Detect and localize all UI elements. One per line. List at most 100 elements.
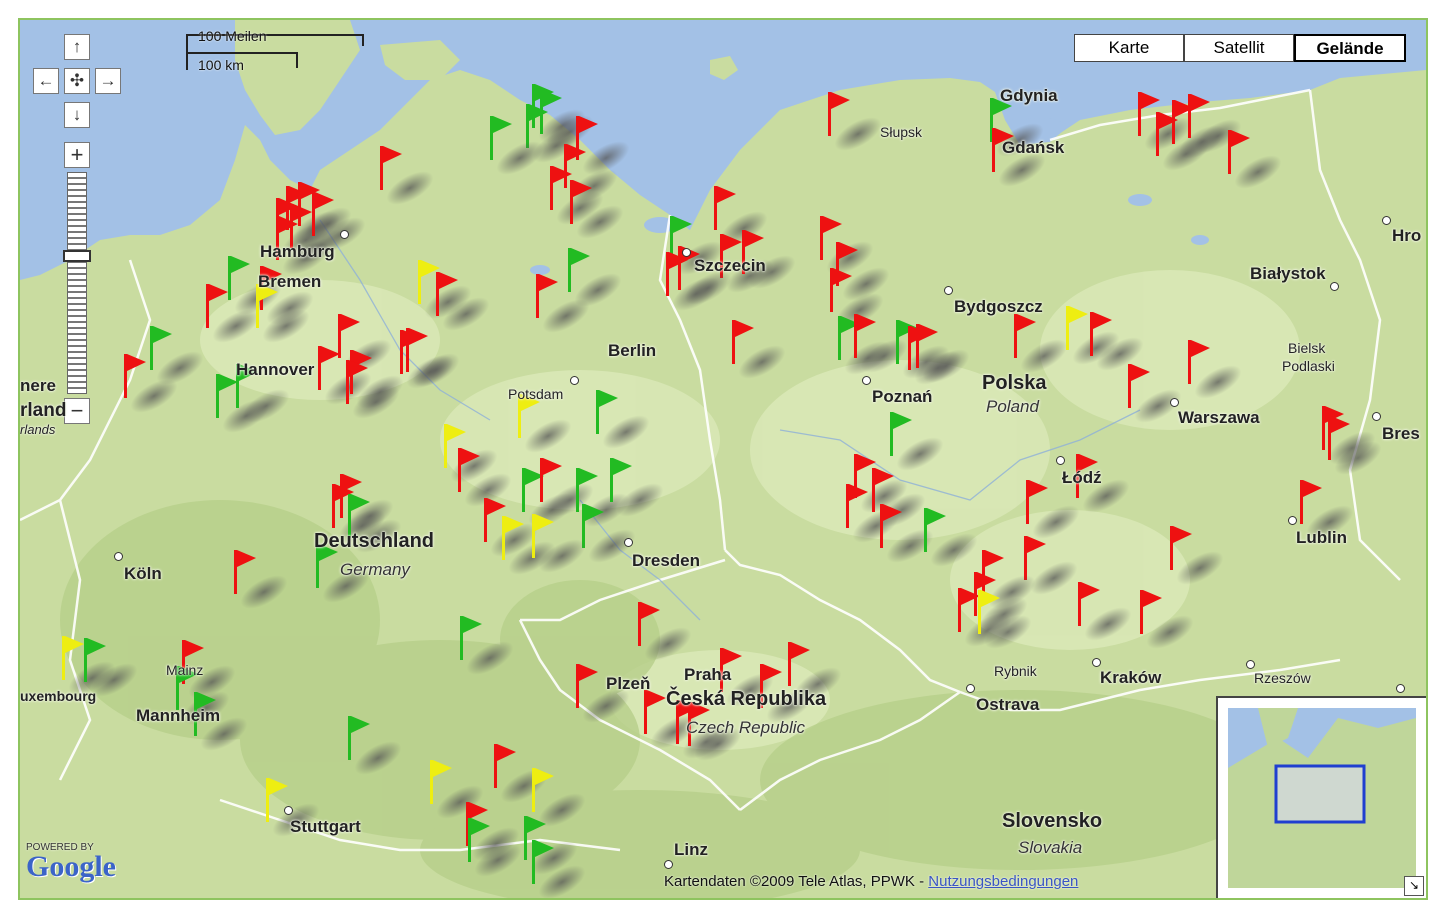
place-label-nl-3: rlands	[20, 422, 56, 437]
flag-pole	[1078, 582, 1081, 626]
pan-up-button[interactable]: ↑	[64, 34, 90, 60]
place-label-dresden: Dresden	[632, 551, 701, 570]
flag-pole	[820, 216, 823, 260]
flag-pole	[468, 818, 471, 862]
map-type-gelaende-button[interactable]: Gelände	[1294, 34, 1406, 62]
city-dot	[664, 860, 673, 869]
pan-left-button[interactable]: ←	[33, 68, 59, 94]
city-dot	[624, 538, 633, 547]
flag-pole	[406, 328, 409, 372]
flag-pole	[570, 180, 573, 224]
country-label-poland: Polska	[982, 372, 1047, 394]
scale-miles-label: 100 Meilen	[198, 28, 267, 44]
flag-pole	[1188, 340, 1191, 384]
flag-pole	[846, 484, 849, 528]
google-logo[interactable]: POWERED BY Google	[26, 842, 116, 883]
flag-pole	[788, 642, 791, 686]
flag-pole	[298, 182, 301, 226]
city-dot	[1382, 216, 1391, 225]
flag-pole	[338, 314, 341, 358]
flag-pole	[216, 374, 219, 418]
overview-map[interactable]: ↘	[1216, 696, 1426, 898]
pan-down-button[interactable]: ↓	[64, 102, 90, 128]
flag-pole	[444, 424, 447, 468]
flag-pole	[418, 260, 421, 304]
flag-pole	[1300, 480, 1303, 524]
flag-pole	[234, 550, 237, 594]
pan-center-button[interactable]: ✣	[64, 68, 90, 94]
flag-pole	[958, 588, 961, 632]
flag-pole	[266, 778, 269, 822]
zoom-slider-thumb[interactable]	[63, 250, 91, 262]
place-label-bremen: Bremen	[258, 272, 322, 291]
flag-pole	[540, 458, 543, 502]
flag-pole	[536, 274, 539, 318]
place-label-koln: Köln	[124, 564, 162, 583]
place-label-lublin: Lublin	[1296, 528, 1347, 547]
flag-pole	[568, 248, 571, 292]
flag-pole	[62, 636, 65, 680]
city-dot	[570, 376, 579, 385]
flag-pole	[880, 504, 883, 548]
map-type-satellit-button[interactable]: Satellit	[1184, 34, 1294, 62]
place-label-plzen: Plzeň	[606, 674, 651, 693]
zoom-slider-track[interactable]	[67, 172, 87, 394]
place-label-bydgoszcz: Bydgoszcz	[954, 297, 1043, 316]
city-dot	[1396, 684, 1405, 693]
place-label-gdynia: Gdynia	[1000, 86, 1058, 105]
place-label-bielsk: Bielsk	[1288, 340, 1326, 356]
country-label-slovakia: Slovensko	[1002, 810, 1103, 832]
flag-pole	[532, 840, 535, 884]
flag-pole	[490, 116, 493, 160]
place-label-stuttgart: Stuttgart	[290, 817, 361, 836]
flag-pole	[348, 716, 351, 760]
city-dot	[1092, 658, 1101, 667]
flag-pole	[340, 474, 343, 518]
map-frame[interactable]: Karte Satellit Gelände 100 Meilen 100 km…	[18, 18, 1428, 900]
flag-pole	[1140, 590, 1143, 634]
flag-pole	[982, 550, 985, 594]
flag-pole	[596, 390, 599, 434]
city-dot	[1246, 660, 1255, 669]
place-label-slupsk: Słupsk	[880, 124, 923, 140]
flag-pole	[484, 498, 487, 542]
terms-of-use-link[interactable]: Nutzungsbedingungen	[928, 873, 1078, 890]
zoom-in-button[interactable]: +	[64, 142, 90, 168]
attribution-text: Kartendaten ©2009 Tele Atlas, PPWK -	[664, 873, 925, 890]
place-label-hrodna: Hro	[1392, 226, 1422, 245]
flag-pole	[1128, 364, 1131, 408]
flag-pole	[430, 760, 433, 804]
scale-km-label: 100 km	[198, 57, 244, 73]
place-label-rzeszow: Rzeszów	[1254, 670, 1311, 686]
map-type-karte-button[interactable]: Karte	[1074, 34, 1184, 62]
city-dot	[1170, 398, 1179, 407]
flag-pole	[502, 516, 505, 560]
country-sublabel-germany: Germany	[340, 560, 410, 579]
city-dot	[1288, 516, 1297, 525]
flag-pole	[828, 92, 831, 136]
google-brand-text: Google	[26, 850, 116, 883]
flag-pole	[916, 324, 919, 368]
flag-pole	[732, 320, 735, 364]
flag-pole	[896, 320, 899, 364]
flag-pole	[1090, 312, 1093, 356]
city-dot	[1056, 456, 1065, 465]
city-dot	[284, 806, 293, 815]
place-label-bialystok: Białystok	[1250, 264, 1326, 283]
country-sublabel-poland: Poland	[986, 397, 1039, 416]
flag-pole	[1138, 92, 1141, 136]
place-label-podlaski: Podlaski	[1282, 358, 1335, 374]
flag-pole	[532, 514, 535, 558]
flag-pole	[1228, 130, 1231, 174]
city-dot	[966, 684, 975, 693]
country-sublabel-slovakia: Slovakia	[1018, 838, 1083, 857]
place-label-linz: Linz	[674, 840, 708, 859]
place-label-potsdam: Potsdam	[508, 386, 564, 402]
pan-right-button[interactable]: →	[95, 68, 121, 94]
city-dot	[1372, 412, 1381, 421]
flag-pole	[714, 186, 717, 230]
zoom-out-button[interactable]: −	[64, 398, 90, 424]
flag-pole	[150, 326, 153, 370]
overview-toggle-button[interactable]: ↘	[1404, 876, 1424, 896]
city-dot	[340, 230, 349, 239]
